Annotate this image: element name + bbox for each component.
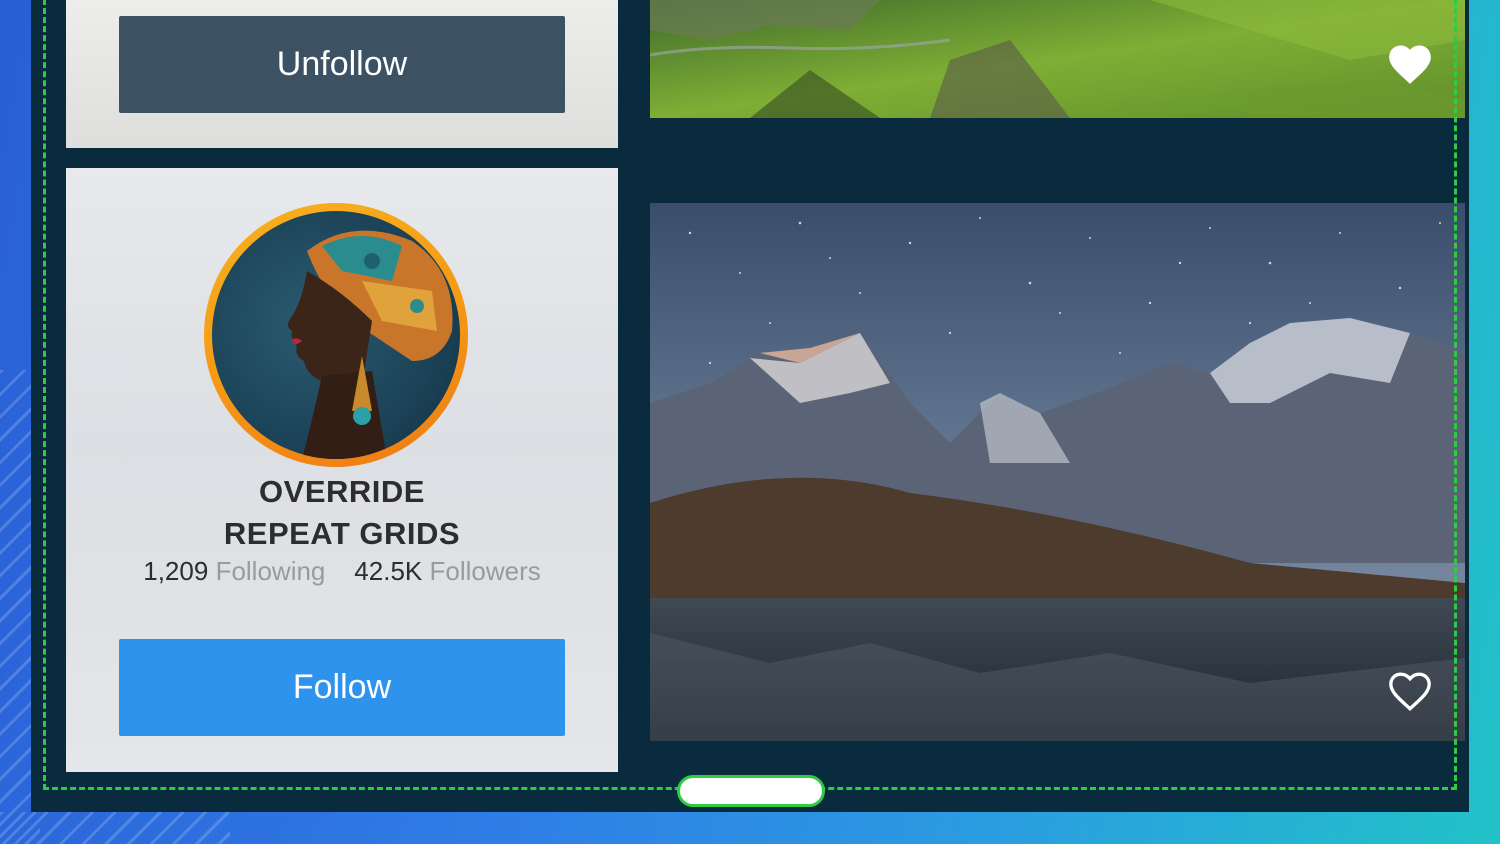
highlands-image <box>650 0 1465 118</box>
background-stripes-bottom <box>0 812 230 844</box>
mountains-image <box>650 203 1465 741</box>
following-label: Following <box>215 556 326 586</box>
profile-card: OVERRIDE REPEAT GRIDS 1,209 Following 42… <box>66 168 618 772</box>
profile-stats: 1,209 Following 42.5K Followers <box>66 556 618 587</box>
profile-name-line2: REPEAT GRIDS <box>223 516 461 551</box>
avatar[interactable] <box>212 211 460 459</box>
follow-button[interactable]: Follow <box>119 639 565 736</box>
heart-filled-icon[interactable] <box>1385 40 1435 86</box>
unfollow-button[interactable]: Unfollow <box>119 16 565 113</box>
profile-card-previous: Unfollow <box>66 0 618 148</box>
profile-name-line1: OVERRIDE <box>259 474 425 509</box>
portrait-image <box>288 230 453 459</box>
repeat-grid-frame: Unfollow OVERRIDE REPEAT GRIDS 1,209 Fol… <box>31 0 1469 812</box>
photo-highlands[interactable] <box>650 0 1465 118</box>
avatar-ring <box>204 203 468 467</box>
resize-handle[interactable] <box>677 775 825 807</box>
photo-mountains[interactable] <box>650 203 1465 741</box>
followers-count: 42.5K <box>354 556 423 586</box>
heart-outline-icon[interactable] <box>1385 667 1435 713</box>
following-count: 1,209 <box>143 556 209 586</box>
followers-label: Followers <box>429 556 541 586</box>
